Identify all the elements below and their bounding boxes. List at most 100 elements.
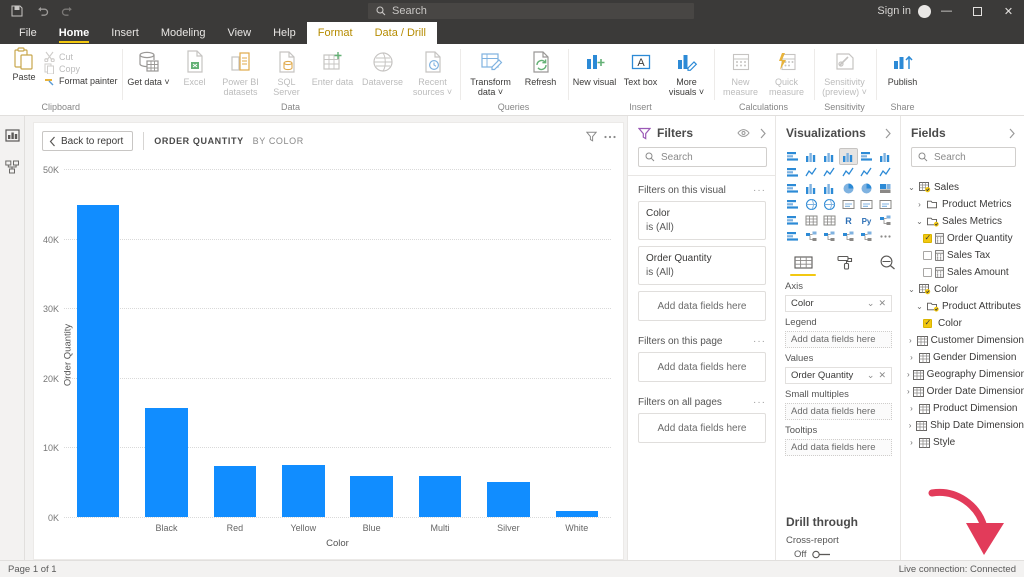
well-box-tooltips[interactable]: Add data fields here (785, 439, 892, 456)
bar-stacked-visual-icon[interactable] (784, 149, 802, 164)
bar-column[interactable] (338, 169, 406, 517)
collapse-filters-pane-icon[interactable] (759, 128, 767, 139)
chevron-down-icon[interactable]: ⌄ (915, 217, 924, 226)
line-column-visual-icon[interactable] (840, 165, 858, 180)
fields-search-input[interactable]: Search (911, 147, 1016, 167)
cross-report-toggle-row[interactable]: Off (776, 549, 900, 560)
sql-server-button[interactable]: SQL Server (264, 47, 310, 97)
field-checkbox[interactable] (923, 319, 932, 328)
table-visual-icon[interactable] (803, 213, 821, 228)
bar[interactable] (145, 408, 187, 517)
bar[interactable] (556, 511, 598, 517)
cut-button[interactable]: Cut (44, 51, 118, 62)
recent-sources-button[interactable]: Recent sources ˅ (410, 47, 456, 97)
format-painter-button[interactable]: Format painter (44, 75, 118, 86)
power-bi-datasets-button[interactable]: Power BI datasets (218, 47, 264, 97)
close-button[interactable]: ✕ (993, 0, 1024, 22)
field-tree-row[interactable]: Order Quantity (903, 230, 1024, 247)
filters-page-dropzone[interactable]: Add data fields here (638, 352, 766, 382)
field-tree-row[interactable]: Color (903, 315, 1024, 332)
funnel-visual-icon[interactable] (803, 181, 821, 196)
more-visuals-button[interactable]: More visuals ˅ (664, 47, 710, 97)
power-apps-visual-icon[interactable] (858, 229, 876, 244)
tab-data-drill[interactable]: Data / Drill (364, 22, 437, 44)
chevron-down-icon[interactable]: ⌄ (907, 183, 916, 192)
maximize-button[interactable] (962, 0, 993, 22)
field-tree-row[interactable]: ›Product Dimension (903, 400, 1024, 417)
filters-section-visual-more-icon[interactable]: ··· (753, 185, 766, 196)
sign-in-button[interactable]: Sign in (877, 5, 918, 17)
chevron-down-icon[interactable]: ⌄ (867, 298, 875, 309)
field-tree-row[interactable]: ›Style (903, 434, 1024, 451)
slicer-visual-icon[interactable] (784, 213, 802, 228)
bar[interactable] (419, 476, 461, 517)
field-checkbox[interactable] (923, 251, 932, 260)
chevron-right-icon[interactable]: › (907, 404, 916, 413)
area-visual-icon[interactable] (803, 165, 821, 180)
map-visual-icon[interactable] (784, 197, 802, 212)
chevron-right-icon[interactable]: › (907, 438, 916, 447)
smart-narrative-visual-icon[interactable] (821, 229, 839, 244)
refresh-button[interactable]: Refresh (518, 47, 564, 87)
field-tree-row[interactable]: ›Geography Dimension (903, 366, 1024, 383)
filter-card-order-quantity[interactable]: Order Quantity is (All) (638, 246, 766, 285)
column-stacked-visual-icon[interactable] (840, 149, 858, 164)
chevron-down-icon[interactable]: ⌄ (907, 285, 916, 294)
matrix-visual-icon[interactable] (821, 213, 839, 228)
bar-column[interactable] (201, 169, 269, 517)
tab-help[interactable]: Help (262, 22, 307, 44)
filter-card-color[interactable]: Color is (All) (638, 201, 766, 240)
bar[interactable] (77, 205, 119, 517)
line-visual-icon[interactable] (784, 165, 802, 180)
get-data-button[interactable]: Get data ˅ (126, 47, 172, 87)
bar-column[interactable] (269, 169, 337, 517)
chevron-right-icon[interactable]: › (907, 353, 916, 362)
collapse-visualizations-pane-icon[interactable] (884, 128, 892, 139)
key-influencers-visual-icon[interactable] (877, 213, 895, 228)
tab-view[interactable]: View (216, 22, 262, 44)
avatar[interactable] (918, 5, 931, 18)
well-box-small-multiples[interactable]: Add data fields here (785, 403, 892, 420)
field-tree-row[interactable]: ›Customer Dimension (903, 332, 1024, 349)
chevron-right-icon[interactable]: › (915, 200, 924, 209)
well-box-axis[interactable]: Color⌄✕ (785, 295, 892, 312)
r-script-visual-icon[interactable]: R (840, 213, 858, 228)
global-search-box[interactable]: Search (368, 3, 694, 19)
area-stacked-visual-icon[interactable] (821, 165, 839, 180)
paste-button[interactable]: Paste (4, 47, 44, 82)
well-box-values[interactable]: Order Quantity⌄✕ (785, 367, 892, 384)
filters-visual-dropzone[interactable]: Add data fields here (638, 291, 766, 321)
filters-search-input[interactable]: Search (638, 147, 767, 167)
card-visual-icon[interactable] (840, 197, 858, 212)
waterfall-visual-icon[interactable] (784, 181, 802, 196)
field-tree-row[interactable]: ⌄Product Attributes (903, 298, 1024, 315)
publish-button[interactable]: Publish (880, 47, 926, 87)
field-checkbox[interactable] (923, 268, 932, 277)
field-tree-row[interactable]: Sales Tax (903, 247, 1024, 264)
filters-section-all-pages-more-icon[interactable]: ··· (753, 397, 766, 408)
field-tree-row[interactable]: ›Product Metrics (903, 196, 1024, 213)
well-box-legend[interactable]: Add data fields here (785, 331, 892, 348)
chevron-right-icon[interactable]: › (907, 336, 914, 345)
field-tree-row[interactable]: ⌄Sales Metrics (903, 213, 1024, 230)
tab-home[interactable]: Home (48, 22, 101, 44)
filled-map-visual-icon[interactable] (803, 197, 821, 212)
decomposition-tree-visual-icon[interactable] (784, 229, 802, 244)
field-checkbox[interactable] (923, 234, 932, 243)
python-script-visual-icon[interactable]: Py (858, 213, 876, 228)
remove-field-icon[interactable]: ✕ (878, 370, 886, 381)
text-box-button[interactable]: A Text box (618, 47, 664, 87)
tab-modeling[interactable]: Modeling (150, 22, 217, 44)
tab-insert[interactable]: Insert (100, 22, 150, 44)
report-view-icon[interactable] (3, 126, 21, 144)
chevron-right-icon[interactable]: › (907, 387, 910, 396)
q-and-a-visual-icon[interactable] (803, 229, 821, 244)
paginated-report-visual-icon[interactable] (840, 229, 858, 244)
chevron-down-icon[interactable]: ⌄ (867, 370, 875, 381)
back-to-report-button[interactable]: Back to report (42, 131, 133, 151)
line-column-stacked-visual-icon[interactable] (858, 165, 876, 180)
bar-100-visual-icon[interactable] (821, 149, 839, 164)
treemap-visual-icon[interactable] (877, 181, 895, 196)
field-tree-row[interactable]: ›Order Date Dimension (903, 383, 1024, 400)
fields-tree[interactable]: ⌄Sales›Product Metrics⌄Sales MetricsOrde… (901, 173, 1024, 451)
